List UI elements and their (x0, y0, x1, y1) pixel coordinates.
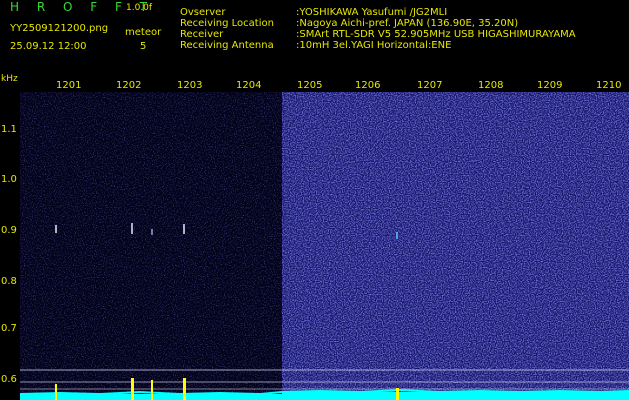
noise-tint-active (282, 92, 629, 400)
info-key: Receiver (180, 29, 224, 40)
meteor-spike (151, 380, 153, 400)
time-tick-label: 1204 (236, 80, 262, 91)
info-value: :10mH 3el.YAGI Horizontal:ENE (296, 40, 452, 51)
time-tick-label: 1209 (537, 80, 563, 91)
meteor-spike (183, 378, 186, 400)
time-tick-label: 1206 (355, 80, 381, 91)
info-row-location: Receiving Location :Nagoya Aichi-pref. J… (180, 18, 576, 29)
time-tick-label: 1201 (56, 80, 82, 91)
time-tick-label: 1203 (177, 80, 203, 91)
info-key: Ovserver (180, 7, 226, 18)
freq-tick-label: 0.9 (1, 225, 17, 236)
freq-tick-label: 0.8 (1, 276, 17, 287)
info-row-antenna: Receiving Antenna :10mH 3el.YAGI Horizon… (180, 40, 576, 51)
meteor-spike (131, 378, 134, 400)
info-value: :YOSHIKAWA Yasufumi /JG2MLI (296, 7, 448, 18)
meteor-spike (396, 388, 399, 400)
hroft-window: H R O F F T 1.0.0f YY2509121200.png mete… (0, 0, 629, 400)
time-tick-label: 1210 (596, 80, 622, 91)
spectrogram-plot (20, 92, 629, 400)
noise-texture-quiet (20, 92, 282, 400)
info-value: :Nagoya Aichi-pref. JAPAN (136.90E, 35.2… (296, 18, 519, 29)
freq-tick-label: 0.6 (1, 374, 17, 385)
spectrogram (20, 92, 629, 400)
filename-label: YY2509121200.png (10, 23, 109, 34)
signal-level-active (282, 392, 629, 400)
info-row-observer: Ovserver :YOSHIKAWA Yasufumi /JG2MLI (180, 7, 576, 18)
version-label: 1.0.0f (126, 3, 153, 13)
meteor-spike (55, 384, 57, 400)
freq-tick-label: 0.7 (1, 323, 17, 334)
info-key: Receiving Antenna (180, 40, 274, 51)
timestamp-label: 25.09.12 12:00 (10, 41, 87, 52)
time-tick-label: 1208 (478, 80, 504, 91)
station-info: Ovserver :YOSHIKAWA Yasufumi /JG2MLI Rec… (180, 7, 576, 51)
info-key: Receiving Location (180, 18, 274, 29)
meteor-label: meteor (125, 27, 162, 38)
freq-tick-label: 1.1 (1, 124, 17, 135)
info-row-receiver: Receiver :SMArt RTL-SDR V5 52.905MHz USB… (180, 29, 576, 40)
time-axis: 1201 1202 1203 1204 1205 1206 1207 1208 … (20, 80, 629, 92)
meteor-count: 5 (140, 41, 147, 52)
info-value: :SMArt RTL-SDR V5 52.905MHz USB HIGASHIM… (296, 29, 576, 40)
freq-tick-label: 1.0 (1, 174, 17, 185)
freq-axis: 1.1 1.0 0.9 0.8 0.7 0.6 (0, 0, 20, 400)
time-tick-label: 1207 (417, 80, 443, 91)
time-tick-label: 1205 (297, 80, 323, 91)
time-tick-label: 1202 (116, 80, 142, 91)
